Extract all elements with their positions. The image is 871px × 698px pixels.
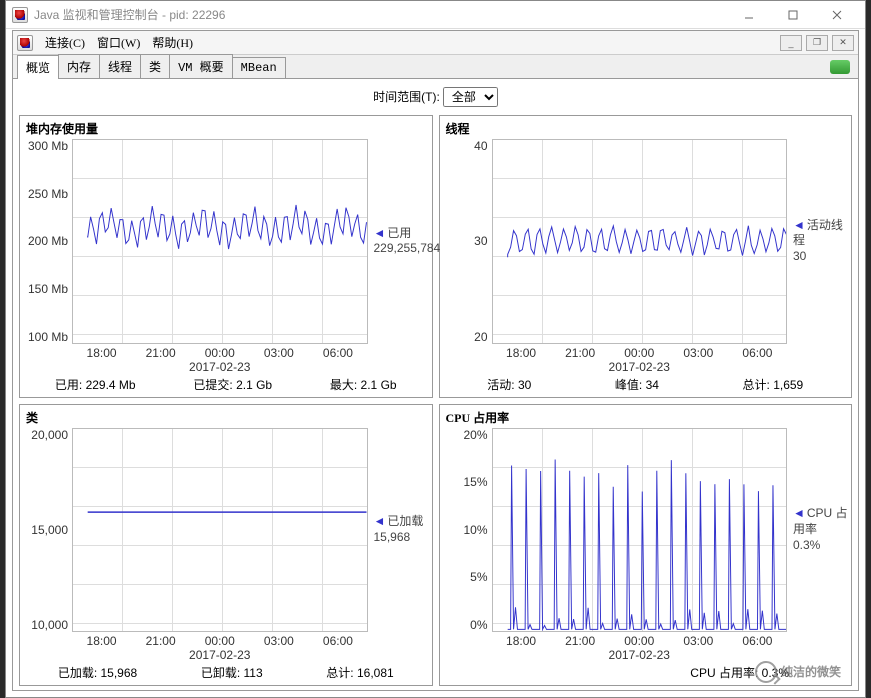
plot-area[interactable] <box>492 139 788 344</box>
y-axis: 20,00015,00010,000 <box>22 428 72 633</box>
timerange-select[interactable]: 全部 <box>443 87 498 107</box>
chart-heap: 堆内存使用量 300 Mb250 Mb200 Mb150 Mb100 Mb ◄已… <box>19 115 433 398</box>
plot-area[interactable] <box>492 428 788 633</box>
chart-classes: 类 20,00015,00010,000 ◄已加载15,968 18:0021:… <box>19 404 433 687</box>
tab-threads[interactable]: 线程 <box>99 54 141 78</box>
watermark: 纯洁的微笑 <box>755 660 841 683</box>
chart-title: 线程 <box>442 120 850 139</box>
tab-vm[interactable]: VM 概要 <box>169 54 233 78</box>
legend: ◄已加载15,968 <box>368 428 430 633</box>
outer-window: Java 监视和管理控制台 - pid: 22296 连接(C) 窗口(W) 帮… <box>5 0 866 698</box>
minimize-button[interactable] <box>727 2 771 28</box>
menu-help[interactable]: 帮助(H) <box>146 32 199 53</box>
tabbar: 概览 内存 线程 类 VM 概要 MBean <box>13 55 858 79</box>
stats-row: 已加载: 15,968 已卸载: 113 总计: 16,081 <box>22 662 430 681</box>
y-axis: 20%15%10%5%0% <box>442 428 492 633</box>
y-axis: 300 Mb250 Mb200 Mb150 Mb100 Mb <box>22 139 72 344</box>
legend: ◄已用229,255,784 <box>368 139 430 344</box>
inner-restore-button[interactable]: ❐ <box>806 35 828 51</box>
stats-row: 已用: 229.4 Mb 已提交: 2.1 Gb 最大: 2.1 Gb <box>22 374 430 393</box>
inner-window: 连接(C) 窗口(W) 帮助(H) _ ❐ ✕ 概览 内存 线程 类 VM 概要… <box>12 30 859 691</box>
menubar: 连接(C) 窗口(W) 帮助(H) _ ❐ ✕ <box>13 31 858 55</box>
y-axis: 403020 <box>442 139 492 344</box>
timerange-row: 时间范围(T): 全部 <box>19 83 852 115</box>
tab-classes[interactable]: 类 <box>140 54 170 78</box>
wechat-icon <box>755 661 777 683</box>
plot-area[interactable] <box>72 139 368 344</box>
chart-title: 类 <box>22 409 430 428</box>
chart-threads: 线程 403020 ◄活动线程30 18:0021:0000:0003:0006… <box>439 115 853 398</box>
inner-close-button[interactable]: ✕ <box>832 35 854 51</box>
charts-grid: 堆内存使用量 300 Mb250 Mb200 Mb150 Mb100 Mb ◄已… <box>19 115 852 686</box>
x-axis: 18:0021:0000:0003:0006:002017-02-23 <box>492 346 788 374</box>
plot-area[interactable] <box>72 428 368 633</box>
java-icon <box>12 7 28 23</box>
connection-icon <box>830 60 850 74</box>
tab-mbean[interactable]: MBean <box>232 57 286 78</box>
titlebar: Java 监视和管理控制台 - pid: 22296 <box>6 1 865 29</box>
x-axis: 18:0021:0000:0003:0006:002017-02-23 <box>492 634 788 662</box>
stats-row: 活动: 30 峰值: 34 总计: 1,659 <box>442 374 850 393</box>
chart-title: 堆内存使用量 <box>22 120 430 139</box>
inner-minimize-button[interactable]: _ <box>780 35 802 51</box>
tab-overview[interactable]: 概览 <box>17 55 59 79</box>
close-button[interactable] <box>815 2 859 28</box>
chart-title: CPU 占用率 <box>442 409 850 428</box>
legend: ◄活动线程30 <box>787 139 849 344</box>
maximize-button[interactable] <box>771 2 815 28</box>
legend: ◄CPU 占用率0.3% <box>787 428 849 633</box>
window-title: Java 监视和管理控制台 - pid: 22296 <box>34 6 727 23</box>
timerange-label: 时间范围(T): <box>373 90 440 104</box>
java-icon <box>17 35 33 51</box>
menu-window[interactable]: 窗口(W) <box>91 32 146 53</box>
x-axis: 18:0021:0000:0003:0006:002017-02-23 <box>72 346 368 374</box>
chart-cpu: CPU 占用率 20%15%10%5%0% ◄CPU 占用率0.3% 18:00… <box>439 404 853 687</box>
content-area: 时间范围(T): 全部 堆内存使用量 300 Mb250 Mb200 Mb150… <box>13 79 858 690</box>
menu-connect[interactable]: 连接(C) <box>39 32 91 53</box>
tab-memory[interactable]: 内存 <box>58 54 100 78</box>
x-axis: 18:0021:0000:0003:0006:002017-02-23 <box>72 634 368 662</box>
